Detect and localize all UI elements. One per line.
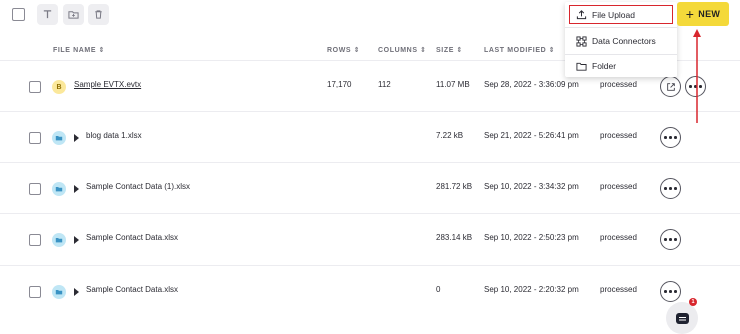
file-name[interactable]: Sample Contact Data.xlsx [86, 233, 178, 242]
more-dot-icon [664, 238, 667, 241]
more-dot-icon [674, 187, 677, 190]
folder-add-icon [68, 11, 79, 19]
row-checkbox[interactable] [29, 234, 41, 246]
file-name[interactable]: Sample Contact Data (1).xlsx [86, 182, 190, 191]
row-checkbox[interactable] [29, 81, 41, 93]
last-modified: Sep 10, 2022 - 2:20:32 pm [484, 285, 579, 294]
row-count: 17,170 [327, 80, 352, 89]
header-file-name[interactable]: FILE NAME ⇕ [53, 46, 105, 54]
file-size: 11.07 MB [436, 80, 470, 89]
more-options-button[interactable] [660, 229, 681, 250]
menu-item-folder[interactable]: Folder [565, 54, 677, 78]
row-checkbox[interactable] [29, 183, 41, 195]
file-type-badge: B [52, 80, 66, 94]
upload-icon [576, 10, 587, 20]
more-dot-icon [669, 290, 672, 293]
status-text: processed [600, 233, 637, 242]
more-dot-icon [694, 85, 697, 88]
delete-button[interactable] [88, 4, 109, 25]
folder-type-icon [52, 233, 66, 247]
expand-caret-icon[interactable] [74, 236, 79, 244]
file-size: 283.14 kB [436, 233, 473, 242]
select-all-checkbox[interactable] [12, 8, 25, 21]
file-size: 0 [436, 285, 441, 294]
folder-type-icon [52, 131, 66, 145]
folder-icon [55, 238, 63, 243]
more-dot-icon [674, 290, 677, 293]
row-checkbox[interactable] [29, 132, 41, 144]
last-modified: Sep 21, 2022 - 5:26:41 pm [484, 131, 579, 140]
chat-launcher-button[interactable] [666, 302, 698, 334]
new-button-label: NEW [698, 9, 721, 19]
file-size: 281.72 kB [436, 182, 473, 191]
menu-item-data-connectors[interactable]: Data Connectors [565, 29, 677, 53]
menu-item-label: Data Connectors [592, 36, 656, 46]
header-columns[interactable]: COLUMNS ⇕ [378, 46, 427, 54]
new-button[interactable]: + NEW [677, 2, 729, 26]
folder-icon [576, 62, 587, 71]
more-dot-icon [664, 136, 667, 139]
status-text: processed [600, 182, 637, 191]
plus-icon: + [685, 6, 695, 22]
notification-badge: 1 [689, 298, 697, 306]
chat-icon [675, 312, 689, 324]
header-size[interactable]: SIZE ⇕ [436, 46, 463, 54]
connectors-icon [576, 35, 587, 47]
table-row[interactable]: Sample Contact Data.xlsx 0 Sep 10, 2022 … [0, 265, 740, 317]
header-rows[interactable]: ROWS ⇕ [327, 46, 360, 54]
last-modified: Sep 28, 2022 - 3:36:09 pm [484, 80, 579, 89]
table-row[interactable]: Sample Contact Data (1).xlsx 281.72 kB S… [0, 162, 740, 214]
row-checkbox[interactable] [29, 286, 41, 298]
more-dot-icon [664, 290, 667, 293]
expand-caret-icon[interactable] [74, 185, 79, 193]
folder-type-icon [52, 182, 66, 196]
text-format-button[interactable] [37, 4, 58, 25]
folder-icon [55, 136, 63, 141]
more-dot-icon [674, 238, 677, 241]
menu-item-label: File Upload [592, 9, 635, 20]
expand-caret-icon[interactable] [74, 134, 79, 142]
expand-caret-icon[interactable] [74, 288, 79, 296]
more-dot-icon [664, 187, 667, 190]
more-dot-icon [669, 187, 672, 190]
column-count: 112 [378, 80, 391, 89]
status-text: processed [600, 131, 637, 140]
menu-divider [565, 27, 677, 28]
menu-item-label: Folder [592, 61, 617, 71]
folder-type-icon [52, 285, 66, 299]
more-options-button[interactable] [660, 178, 681, 199]
more-options-button[interactable] [660, 127, 681, 148]
file-name[interactable]: blog data 1.xlsx [86, 131, 142, 140]
more-dot-icon [669, 238, 672, 241]
more-options-button[interactable] [685, 76, 706, 97]
folder-icon [55, 290, 63, 295]
new-dropdown-menu: File Upload Data Connectors Folder [565, 2, 677, 77]
more-dot-icon [689, 85, 692, 88]
header-last-modified[interactable]: LAST MODIFIED ⇕ [484, 46, 555, 54]
more-dot-icon [669, 136, 672, 139]
new-folder-button[interactable] [63, 4, 84, 25]
status-text: processed [600, 80, 637, 89]
more-dot-icon [674, 136, 677, 139]
trash-icon [95, 10, 102, 19]
file-size: 7.22 kB [436, 131, 464, 140]
external-link-icon [666, 82, 675, 91]
table-row[interactable]: Sample Contact Data.xlsx 283.14 kB Sep 1… [0, 213, 740, 265]
more-dot-icon [699, 85, 702, 88]
open-external-button[interactable] [660, 76, 681, 97]
file-name-link[interactable]: Sample EVTX.evtx [74, 80, 141, 89]
folder-icon [55, 187, 63, 192]
last-modified: Sep 10, 2022 - 2:50:23 pm [484, 233, 579, 242]
status-text: processed [600, 285, 637, 294]
menu-item-file-upload[interactable]: File Upload [569, 5, 673, 24]
table-row[interactable]: blog data 1.xlsx 7.22 kB Sep 21, 2022 - … [0, 111, 740, 163]
last-modified: Sep 10, 2022 - 3:34:32 pm [484, 182, 579, 191]
file-name[interactable]: Sample Contact Data.xlsx [86, 285, 178, 294]
more-options-button[interactable] [660, 281, 681, 302]
text-format-icon [43, 10, 52, 19]
